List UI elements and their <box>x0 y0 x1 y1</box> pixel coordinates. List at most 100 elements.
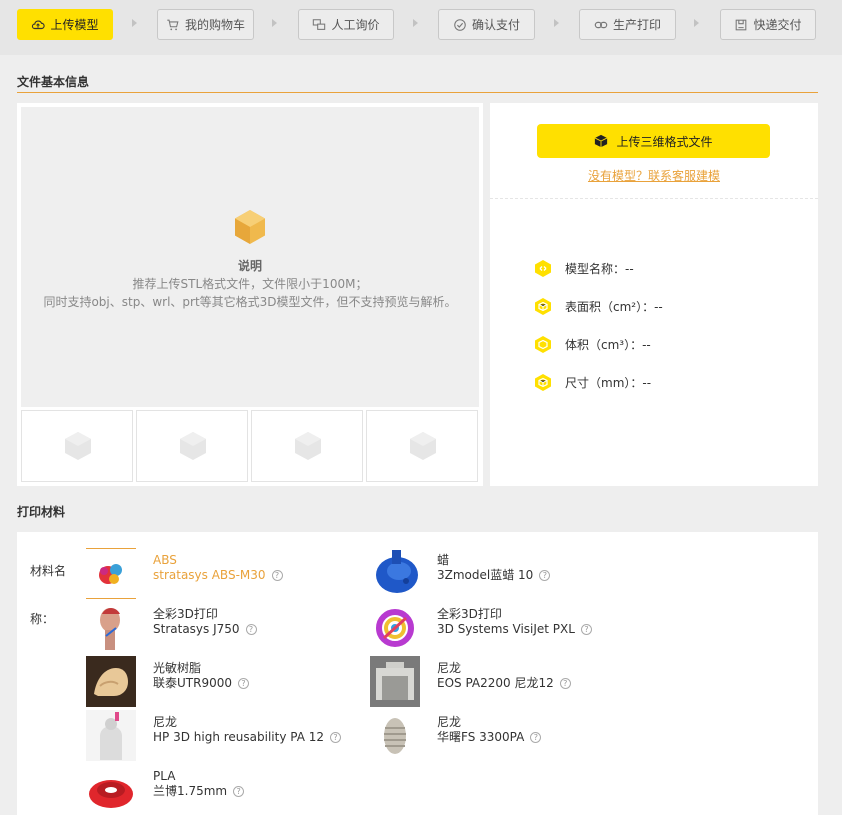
material-name: 3Zmodel蓝蜡 10 <box>437 568 534 582</box>
material-thumbnail <box>370 602 420 653</box>
check-circle-icon <box>454 18 466 31</box>
section-title-materials: 打印材料 <box>17 505 66 519</box>
help-icon[interactable]: ? <box>330 732 342 743</box>
cloud-upload-icon <box>32 19 46 29</box>
note-line: 推荐上传STL格式文件，文件限小于100M； <box>132 277 368 291</box>
material-type: 尼龙 <box>153 715 178 729</box>
help-icon[interactable]: ? <box>580 624 592 635</box>
material-name: 3D Systems VisiJet PXL <box>437 622 575 636</box>
material-option-nylon-eos[interactable]: 尼龙 EOS PA2200 尼龙12? <box>370 656 640 707</box>
note-line: 同时支持obj、stp、wrl、prt等其它格式3D模型文件，但不支持预览与解析… <box>43 295 457 309</box>
help-icon[interactable]: ? <box>245 624 257 635</box>
material-label: 称： <box>30 612 55 626</box>
step-arrow-icon <box>132 19 137 27</box>
view-thumbnail[interactable] <box>366 410 478 482</box>
contact-modeling-link[interactable]: 没有模型？联系客服建模 <box>490 167 818 184</box>
upload-button-label: 上传三维格式文件 <box>616 134 713 149</box>
model-name-icon <box>535 260 551 277</box>
help-icon[interactable]: ? <box>233 786 245 797</box>
material-option-full-color-pxl[interactable]: 全彩3D打印 3D Systems VisiJet PXL? <box>370 602 640 653</box>
step-label: 生产打印 <box>612 18 661 32</box>
volume-text: 体积（cm³）：-- <box>565 338 651 352</box>
cube-icon <box>595 134 608 148</box>
material-option-pla[interactable]: PLA 兰博1.75mm? <box>86 764 356 815</box>
material-type: 全彩3D打印 <box>437 607 502 621</box>
view-thumbnail[interactable] <box>21 410 133 482</box>
material-type: 全彩3D打印 <box>153 607 218 621</box>
link-icon <box>594 21 608 28</box>
material-text: 尼龙 EOS PA2200 尼龙12? <box>437 661 571 691</box>
upload-3d-file-button[interactable]: 上传三维格式文件 <box>537 124 770 158</box>
model-placeholder-icon <box>410 432 436 460</box>
materials-panel: 材料名 称： ABS stratasys ABS-M30? 蜡 3Zmodel蓝… <box>17 532 818 815</box>
model-placeholder-icon <box>235 210 265 244</box>
step-manual-quote[interactable]: 人工询价 <box>298 9 394 40</box>
material-type: ABS <box>153 553 177 567</box>
step-express-delivery[interactable]: 快递交付 <box>720 9 816 40</box>
help-icon[interactable]: ? <box>559 678 571 689</box>
surface-area-row: 表面积（cm²）：-- <box>534 297 663 316</box>
step-production-print[interactable]: 生产打印 <box>579 9 676 40</box>
material-name: Stratasys J750 <box>153 622 240 636</box>
material-option-full-color-j750[interactable]: 全彩3D打印 Stratasys J750? <box>86 602 356 653</box>
package-icon <box>736 19 747 30</box>
help-icon[interactable]: ? <box>238 678 249 689</box>
material-text: 尼龙 HP 3D high reusability PA 12? <box>153 715 342 745</box>
section-divider <box>17 92 818 93</box>
material-name: EOS PA2200 尼龙12 <box>437 676 554 690</box>
material-option-resin[interactable]: 光敏树脂 联泰UTR9000? <box>86 656 356 707</box>
view-thumbnail[interactable] <box>251 410 363 482</box>
step-label: 人工询价 <box>331 18 380 32</box>
material-name: 华曙FS 3300PA <box>437 730 525 744</box>
material-text: 全彩3D打印 3D Systems VisiJet PXL? <box>437 607 592 637</box>
material-option-abs[interactable]: ABS stratasys ABS-M30? <box>86 548 356 599</box>
step-upload-model[interactable]: 上传模型 <box>17 9 113 40</box>
material-type: 尼龙 <box>437 715 462 729</box>
size-text: 尺寸（mm）：-- <box>565 376 652 390</box>
help-icon[interactable]: ? <box>539 570 551 581</box>
section-title-file-info: 文件基本信息 <box>17 75 90 89</box>
material-text: 全彩3D打印 Stratasys J750? <box>153 607 257 637</box>
material-thumbnail <box>86 602 136 653</box>
material-type: 尼龙 <box>437 661 462 675</box>
material-text: 尼龙 华曙FS 3300PA? <box>437 715 542 745</box>
step-arrow-icon <box>413 19 418 27</box>
model-name-text: 模型名称：-- <box>565 262 634 276</box>
info-divider <box>490 198 818 199</box>
material-label: 材料名 <box>30 564 67 578</box>
material-name: 兰博1.75mm <box>153 784 228 798</box>
material-text: 光敏树脂 联泰UTR9000? <box>153 661 249 691</box>
model-name-row: 模型名称：-- <box>534 259 634 278</box>
size-icon <box>535 374 551 391</box>
step-label: 我的购物车 <box>184 18 245 32</box>
material-thumbnail <box>370 656 420 707</box>
step-arrow-icon <box>272 19 277 27</box>
progress-steps: 上传模型 我的购物车 人工询价 确认支付 生产打印 快递交付 <box>0 0 842 55</box>
cart-icon <box>167 19 179 30</box>
step-shopping-cart[interactable]: 我的购物车 <box>157 9 254 40</box>
material-option-nylon-hp[interactable]: 尼龙 HP 3D high reusability PA 12? <box>86 710 356 761</box>
material-option-wax[interactable]: 蜡 3Zmodel蓝蜡 10? <box>370 548 640 599</box>
surface-area-text: 表面积（cm²）：-- <box>565 300 663 314</box>
step-arrow-icon <box>554 19 559 27</box>
help-icon[interactable]: ? <box>530 732 542 743</box>
surface-area-icon <box>535 298 551 315</box>
material-name: HP 3D high reusability PA 12 <box>153 730 325 744</box>
material-name: stratasys ABS-M30 <box>153 568 266 582</box>
step-label: 确认支付 <box>471 18 520 32</box>
model-info-panel: 上传三维格式文件 没有模型？联系客服建模 模型名称：-- 表面积（cm²）：--… <box>490 103 818 486</box>
material-text: ABS stratasys ABS-M30? <box>153 553 283 583</box>
volume-icon <box>535 336 551 353</box>
size-row: 尺寸（mm）：-- <box>534 373 651 392</box>
material-type: PLA <box>153 769 176 783</box>
material-option-nylon-farsoon[interactable]: 尼龙 华曙FS 3300PA? <box>370 710 640 761</box>
step-arrow-icon <box>694 19 699 27</box>
help-icon[interactable]: ? <box>271 570 283 581</box>
step-confirm-payment[interactable]: 确认支付 <box>438 9 535 40</box>
material-thumbnail <box>86 710 136 761</box>
view-thumbnail[interactable] <box>136 410 248 482</box>
material-thumbnail <box>86 656 136 707</box>
step-label: 快递交付 <box>753 18 802 32</box>
model-preview-area[interactable]: 说明 推荐上传STL格式文件，文件限小于100M； 同时支持obj、stp、wr… <box>21 107 479 407</box>
model-placeholder-icon <box>295 432 321 460</box>
